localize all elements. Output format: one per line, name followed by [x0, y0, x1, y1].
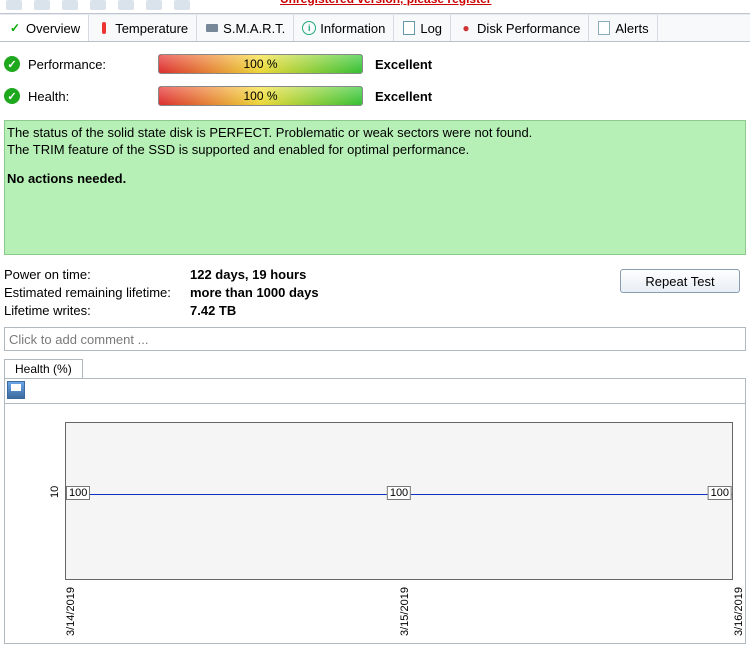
thermometer-icon [97, 21, 111, 35]
metric-status: Excellent [375, 57, 432, 72]
tab-label: Disk Performance [477, 21, 580, 36]
chart-tab-health[interactable]: Health (%) [4, 359, 83, 378]
top-toolbar: Unregistered version, please register [0, 0, 750, 14]
chart-x-tick: 3/14/2019 [65, 587, 77, 636]
chart-tabs: Health (%) [4, 359, 750, 378]
info-rows: Power on time: 122 days, 19 hours Estima… [4, 267, 319, 321]
info-row-lifetime-writes: Lifetime writes: 7.42 TB [4, 303, 319, 321]
info-value: more than 1000 days [190, 285, 319, 303]
info-value: 122 days, 19 hours [190, 267, 306, 285]
log-icon [402, 21, 416, 35]
tab-alerts[interactable]: Alerts [589, 15, 657, 41]
alert-icon [597, 21, 611, 35]
toolbar-icon-5[interactable] [116, 0, 136, 10]
chart-point-label: 100 [66, 486, 90, 500]
chart-plot-area: 100 100 100 [65, 422, 733, 580]
toolbar-icon-2[interactable] [32, 0, 52, 10]
toolbar-icon-3[interactable] [60, 0, 80, 10]
tab-temperature[interactable]: Temperature [89, 15, 197, 41]
bar-value: 100 % [243, 89, 277, 103]
tab-label: Alerts [615, 21, 648, 36]
tab-overview[interactable]: Overview [0, 15, 89, 41]
chart-x-tick: 3/15/2019 [399, 587, 411, 636]
info-block: Power on time: 122 days, 19 hours Estima… [0, 255, 750, 325]
metric-health: Health: 100 % Excellent [4, 80, 746, 112]
toolbar-icon-7[interactable] [172, 0, 192, 10]
info-row-remaining: Estimated remaining lifetime: more than … [4, 285, 319, 303]
chart-x-tick: 3/16/2019 [733, 587, 745, 636]
tab-label: Overview [26, 21, 80, 36]
tab-information[interactable]: Information [294, 15, 394, 41]
info-icon [302, 21, 316, 35]
tab-smart[interactable]: S.M.A.R.T. [197, 15, 294, 41]
health-chart: 100 100 100 10 3/14/2019 3/15/2019 3/16/… [4, 404, 746, 644]
status-no-actions: No actions needed. [7, 171, 743, 188]
tab-disk-performance[interactable]: Disk Performance [451, 15, 589, 41]
info-label: Lifetime writes: [4, 303, 190, 321]
main-tabbar: Overview Temperature S.M.A.R.T. Informat… [0, 14, 750, 42]
status-line: The status of the solid state disk is PE… [7, 125, 743, 142]
metric-performance: Performance: 100 % Excellent [4, 48, 746, 80]
repeat-test-button[interactable]: Repeat Test [620, 269, 740, 293]
green-check-icon [8, 21, 22, 35]
metrics-section: Performance: 100 % Excellent Health: 100… [0, 42, 750, 114]
chart-y-tick: 10 [49, 486, 61, 498]
chart-point-label: 100 [387, 486, 411, 500]
check-circle-icon [4, 88, 20, 104]
chart-point-label: 100 [708, 486, 732, 500]
bar-value: 100 % [243, 57, 277, 71]
toolbar-icon-4[interactable] [88, 0, 108, 10]
tab-label: Information [320, 21, 385, 36]
comment-input[interactable]: Click to add comment ... [4, 327, 746, 351]
performance-bar: 100 % [158, 54, 363, 74]
tab-log[interactable]: Log [394, 15, 451, 41]
info-value: 7.42 TB [190, 303, 236, 321]
chart-toolbar [4, 378, 746, 404]
metric-label: Health: [28, 89, 158, 104]
unregistered-link[interactable]: Unregistered version, please register [280, 0, 491, 6]
status-line: The TRIM feature of the SSD is supported… [7, 142, 743, 159]
metric-label: Performance: [28, 57, 158, 72]
info-label: Power on time: [4, 267, 190, 285]
tab-label: S.M.A.R.T. [223, 21, 285, 36]
info-row-power-on: Power on time: 122 days, 19 hours [4, 267, 319, 285]
save-icon[interactable] [7, 381, 25, 399]
status-message-box: The status of the solid state disk is PE… [4, 120, 746, 255]
health-bar: 100 % [158, 86, 363, 106]
check-circle-icon [4, 56, 20, 72]
toolbar-icon-1[interactable] [4, 0, 24, 10]
tab-label: Temperature [115, 21, 188, 36]
chip-icon [205, 21, 219, 35]
info-label: Estimated remaining lifetime: [4, 285, 190, 303]
metric-status: Excellent [375, 89, 432, 104]
gauge-icon [459, 21, 473, 35]
tab-label: Log [420, 21, 442, 36]
toolbar-icon-6[interactable] [144, 0, 164, 10]
